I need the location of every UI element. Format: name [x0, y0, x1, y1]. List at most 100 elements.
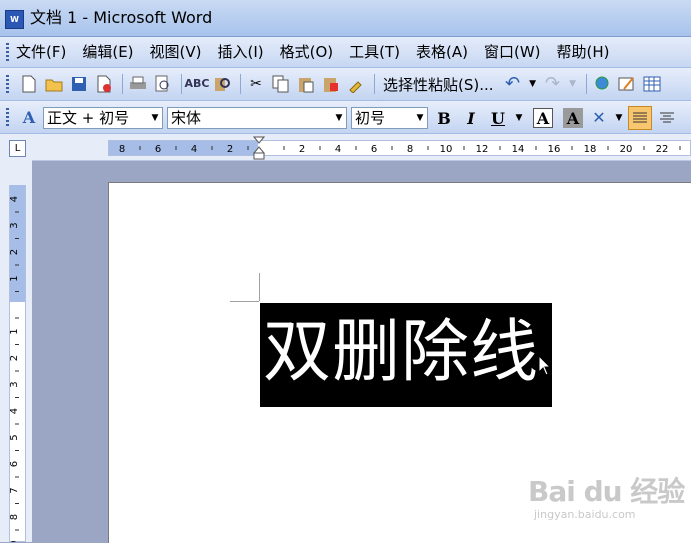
format-painter-icon[interactable]	[345, 73, 367, 95]
character-border-button[interactable]: A	[533, 108, 553, 128]
word-app-icon[interactable]: W	[5, 10, 24, 29]
ruler-tick-label: 12	[476, 144, 489, 155]
ruler-tick-label: 7	[9, 487, 20, 493]
ruler-tick-label: 14	[512, 144, 525, 155]
menu-bar-grip[interactable]	[6, 43, 9, 61]
ruler-tick-label: 8	[407, 144, 413, 155]
formatting-toolbar-grip[interactable]	[6, 108, 9, 126]
new-document-icon[interactable]	[18, 73, 40, 95]
research-icon[interactable]	[211, 73, 233, 95]
toolbar-separator	[374, 74, 375, 94]
italic-button[interactable]: I	[459, 106, 483, 130]
undo-dropdown-icon[interactable]: ▼	[527, 73, 539, 95]
ruler-tick-label: 20	[620, 144, 633, 155]
tables-borders-icon[interactable]	[616, 73, 638, 95]
menu-table[interactable]: 表格(A)	[416, 43, 468, 62]
horizontal-ruler-ticks: 864224681012141618202224	[119, 144, 681, 155]
ruler-tick-label: 22	[656, 144, 669, 155]
open-folder-icon[interactable]	[43, 73, 65, 95]
ruler-tick-label: 6	[9, 461, 20, 467]
ruler-tick-label: 2	[9, 355, 20, 361]
ruler-tick-label: 8	[9, 514, 20, 520]
ruler-tick-label: 4	[9, 196, 20, 202]
standard-toolbar: ABC ✂ 选择性粘贴(S)... ↶ ▼ ↷ ▼	[0, 68, 691, 101]
style-combo[interactable]: 正文 + 初号 ▼	[43, 107, 163, 129]
insert-table-icon[interactable]	[641, 73, 663, 95]
margin-corner-mark	[230, 301, 259, 302]
character-scaling-icon[interactable]: ✕	[588, 107, 610, 129]
ruler-tick-label: 3	[9, 222, 20, 228]
underline-button[interactable]: U	[486, 106, 510, 130]
paste-icon[interactable]	[295, 73, 317, 95]
chevron-down-icon[interactable]: ▼	[413, 108, 427, 128]
indent-marker-icon[interactable]	[253, 136, 265, 160]
menu-edit[interactable]: 编辑(E)	[82, 43, 133, 62]
ruler-tick-label: 3	[9, 381, 20, 387]
format-painter-ink-icon[interactable]	[320, 73, 342, 95]
font-combo[interactable]: 宋体 ▼	[167, 107, 347, 129]
character-shading-button[interactable]: A	[563, 108, 583, 128]
print-icon[interactable]	[127, 73, 149, 95]
menu-help[interactable]: 帮助(H)	[557, 43, 610, 62]
mouse-cursor-icon	[538, 355, 550, 376]
underline-dropdown-icon[interactable]: ▼	[513, 107, 525, 129]
document-text[interactable]: 双删除线	[263, 313, 539, 393]
menu-file[interactable]: 文件(F)	[16, 43, 66, 62]
menu-insert[interactable]: 插入(I)	[218, 43, 264, 62]
font-size-value: 初号	[355, 109, 386, 127]
ruler-tick-label: 1	[9, 328, 20, 334]
ruler-tick-label: 1	[9, 275, 20, 281]
toolbar-separator	[181, 74, 182, 94]
cut-icon[interactable]: ✂	[245, 73, 267, 95]
ruler-tick-label: 2	[9, 249, 20, 255]
ruler-tick-label: 8	[119, 144, 125, 155]
menu-window[interactable]: 窗口(W)	[484, 43, 541, 62]
ruler-tick-label: 2	[299, 144, 305, 155]
ruler-tick-label: 4	[335, 144, 341, 155]
menu-view[interactable]: 视图(V)	[150, 43, 202, 62]
standard-toolbar-grip[interactable]	[6, 75, 9, 93]
vertical-ruler-ticks: 4321123456789	[9, 196, 20, 542]
ruler-tick-label: 4	[191, 144, 197, 155]
ruler-tick-label: 16	[548, 144, 561, 155]
hyperlink-icon[interactable]	[591, 73, 613, 95]
permission-icon[interactable]	[93, 73, 115, 95]
menu-items: 文件(F) 编辑(E) 视图(V) 插入(I) 格式(O) 工具(T) 表格(A…	[16, 43, 626, 62]
font-size-combo[interactable]: 初号 ▼	[351, 107, 428, 129]
chevron-down-icon[interactable]: ▼	[148, 108, 162, 128]
menu-format[interactable]: 格式(O)	[280, 43, 334, 62]
ruler-tick-label: 6	[155, 144, 161, 155]
redo-icon[interactable]: ↷	[542, 73, 564, 95]
center-align-button[interactable]	[655, 106, 679, 130]
menu-tools[interactable]: 工具(T)	[349, 43, 400, 62]
font-value: 宋体	[171, 109, 202, 127]
toolbar-separator	[585, 74, 587, 94]
ruler-tick-label: 2	[227, 144, 233, 155]
watermark-logo: Bai du 经验	[528, 475, 685, 508]
undo-icon[interactable]: ↶	[502, 73, 524, 95]
spelling-icon[interactable]: ABC	[185, 73, 210, 95]
toolbar-separator	[122, 74, 123, 94]
window-title: 文档 1 - Microsoft Word	[30, 8, 213, 27]
styles-formatting-icon[interactable]: A	[18, 107, 40, 129]
watermark-url: jingyan.baidu.com	[534, 508, 636, 521]
justify-button[interactable]	[628, 106, 652, 130]
ruler-tick-label: 18	[584, 144, 597, 155]
scaling-dropdown-icon[interactable]: ▼	[613, 107, 625, 129]
ruler-tick-label: 4	[9, 408, 20, 414]
toolbar-separator	[240, 74, 241, 94]
menu-bar: 文件(F) 编辑(E) 视图(V) 插入(I) 格式(O) 工具(T) 表格(A…	[0, 37, 691, 68]
tab-selector[interactable]: L	[9, 140, 26, 157]
formatting-toolbar: A 正文 + 初号 ▼ 宋体 ▼ 初号 ▼ B I U ▼ A A ✕ ▼	[0, 101, 691, 134]
margin-corner-mark	[259, 273, 260, 301]
chevron-down-icon[interactable]: ▼	[332, 108, 346, 128]
redo-dropdown-icon[interactable]: ▼	[567, 73, 579, 95]
style-value: 正文 + 初号	[47, 109, 130, 127]
print-preview-icon[interactable]	[152, 73, 174, 95]
watermark: Bai du 经验 jingyan.baidu.com	[528, 475, 685, 522]
ruler-tick-label: 6	[371, 144, 377, 155]
bold-button[interactable]: B	[432, 106, 456, 130]
save-icon[interactable]	[68, 73, 90, 95]
copy-icon[interactable]	[270, 73, 292, 95]
paste-special-button[interactable]: 选择性粘贴(S)...	[383, 74, 494, 95]
